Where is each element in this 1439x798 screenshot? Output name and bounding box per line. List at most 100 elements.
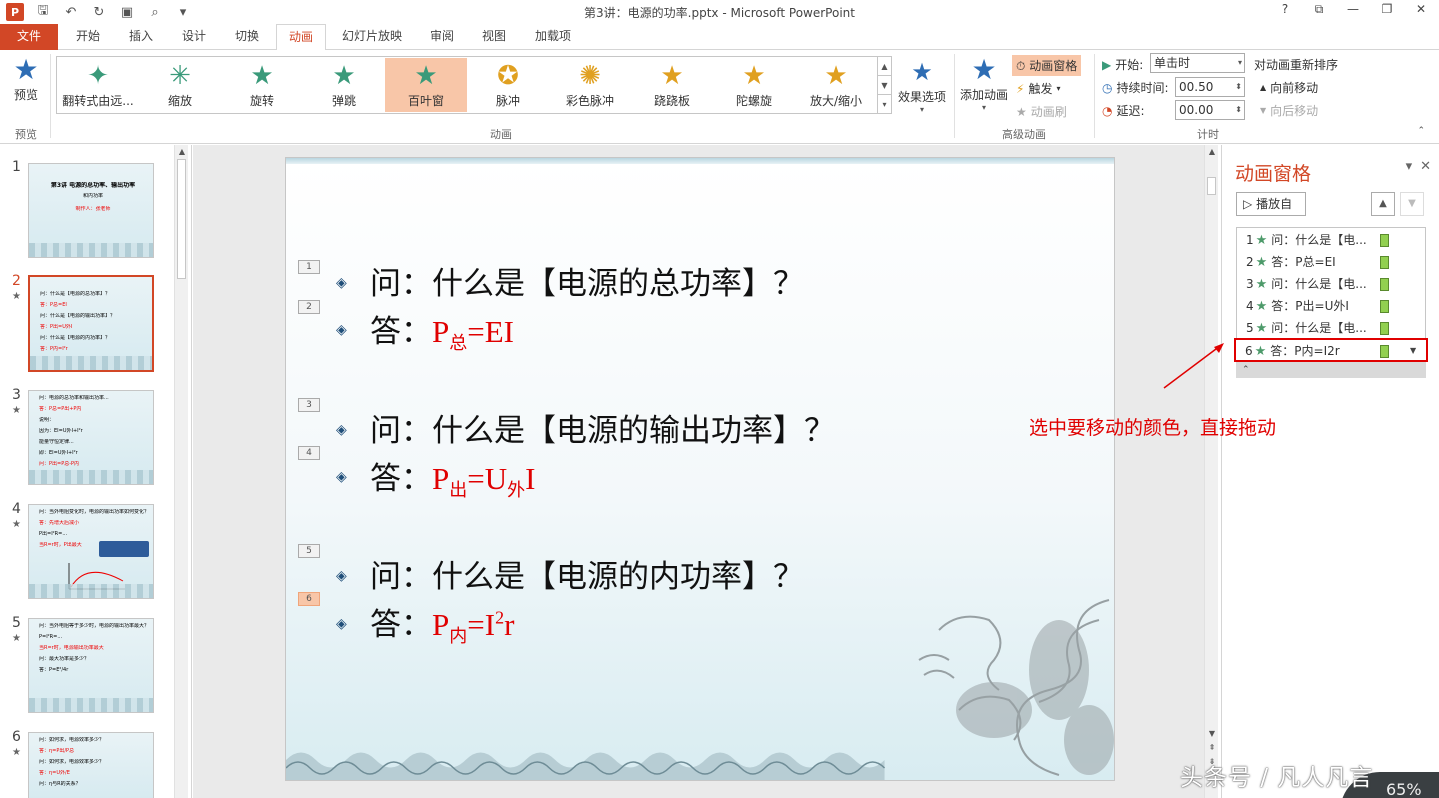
anim-tag-3[interactable]: 3 [298,398,320,412]
duration-input[interactable]: 00.50 ⬍ [1175,77,1245,97]
animation-item-6[interactable]: 6 ★ 答：P内=I2r ▼ [1234,338,1428,362]
slide-question-1[interactable]: 问：什么是【电源的总功率】？ [370,258,804,303]
add-animation-button[interactable]: ★ 添加动画 ▾ [958,54,1010,113]
minimize-button[interactable]: — [1343,2,1363,20]
help-button[interactable]: ? [1275,2,1295,20]
gallery-item-spin[interactable]: ★ 旋转 [221,58,303,112]
gallery-item-teeter[interactable]: ★ 跷跷板 [631,58,713,112]
animation-pane-button[interactable]: ⏱ 动画窗格 [1012,55,1082,76]
tab-slideshow[interactable]: 幻灯片放映 [332,24,412,50]
slide-answer-2[interactable]: 答：P出=U外I [370,453,535,502]
thumbnails-scrollbar[interactable]: ▲ [174,145,188,798]
gallery-item-zoom[interactable]: ✳ 缩放 [139,58,221,112]
slide-thumbnail-3[interactable]: 问：电源的总功率和输出功率... 答：P总=P出+P内 说明： 因为：EI=U外… [28,390,154,485]
tab-review[interactable]: 审阅 [418,24,466,50]
pulse-star-icon: ✪ [497,61,519,91]
timeline-bar[interactable] [1380,234,1389,247]
tab-design[interactable]: 设计 [170,24,218,50]
move-up-button[interactable]: ▲ [1371,192,1395,216]
animation-item-3[interactable]: 3 ★ 问：什么是【电... [1237,273,1425,295]
trigger-button[interactable]: ⚡ 触发 ▾ [1016,80,1060,97]
anim-tag-2[interactable]: 2 [298,300,320,314]
animation-item-4[interactable]: 4 ★ 答：P出=U外I [1237,295,1425,317]
gallery-item-blinds[interactable]: ★ 百叶窗 [385,58,467,112]
current-slide[interactable]: 1 ◈ 问：什么是【电源的总功率】？ 2 ◈ 答：P总=EI 3 ◈ 问：什么是… [285,157,1115,781]
slide-answer-1[interactable]: 答：P总=EI [370,306,514,355]
move-earlier-button[interactable]: ▲ 向前移动 [1260,79,1318,96]
timeline-bar[interactable] [1380,300,1389,313]
slide-question-2[interactable]: 问：什么是【电源的输出功率】？ [370,405,835,450]
gallery-item-grow-shrink[interactable]: ★ 放大/缩小 [795,58,877,112]
scroll-up-icon[interactable]: ▲ [177,147,187,157]
collapse-list-button[interactable]: ⌃ [1236,362,1426,378]
scroll-up-icon[interactable]: ▲ [1207,147,1217,157]
tab-addins[interactable]: 加载项 [522,24,584,50]
tab-home[interactable]: 开始 [64,24,112,50]
gallery-item-pulse[interactable]: ✪ 脉冲 [467,58,549,112]
annotation-arrow [1163,343,1224,389]
animation-painter-button[interactable]: ★ 动画刷 [1016,103,1067,120]
gallery-item-bounce[interactable]: ★ 弹跳 [303,58,385,112]
restore-button[interactable]: ❐ [1377,2,1397,20]
slide-answer-3[interactable]: 答：P内=I2r [370,599,514,648]
gallery-item-spin-top[interactable]: ★ 陀螺旋 [713,58,795,112]
ribbon-display-options-button[interactable]: ⧉ [1309,2,1329,20]
scroll-down-icon[interactable]: ▼ [1207,729,1217,739]
anim-tag-1[interactable]: 1 [298,260,320,274]
timeline-bar[interactable] [1380,256,1389,269]
bullet-icon: ◈ [336,322,347,338]
gallery-item-color-pulse[interactable]: ✺ 彩色脉冲 [549,58,631,112]
formula-p: P [432,461,450,496]
pane-close-icon[interactable]: ✕ [1420,159,1431,174]
delay-input[interactable]: 00.00 ⬍ [1175,100,1245,120]
slide-thumbnail-4[interactable]: 问：当外电阻变化时，电源的输出功率如何变化？ 答：先增大后减小 P出=I²R=.… [28,504,154,599]
slide-thumbnail-1[interactable]: 第3讲 电源的总功率、输出功率 和内功率 制作人：张老师 [28,163,154,258]
anim-tag-6[interactable]: 6 [298,592,320,606]
gallery-up-icon[interactable]: ▲ [878,57,891,76]
scroll-thumb[interactable] [177,159,186,279]
timeline-bar[interactable] [1380,278,1389,291]
move-down-button[interactable]: ▼ [1400,192,1424,216]
collapse-ribbon-icon[interactable]: ⌃ [1417,126,1425,136]
move-later-button[interactable]: ▼ 向后移动 [1260,102,1318,119]
gallery-item-label: 脉冲 [495,94,520,108]
pane-options-icon[interactable]: ▾ [1406,159,1413,174]
timeline-bar[interactable] [1380,322,1389,335]
animation-item-5[interactable]: 5 ★ 问：什么是【电... [1237,317,1425,339]
gallery-scroll: ▲ ▼ ▾ [878,56,892,114]
preview-button[interactable]: ★ 预览 [6,54,46,103]
effect-options-button[interactable]: ★ 效果选项 ▾ [896,56,948,114]
tab-animations[interactable]: 动画 [276,24,326,51]
gallery-item-label: 放大/缩小 [809,94,863,108]
animation-item-1[interactable]: 1 ★ 问：什么是【电... [1237,229,1425,251]
gallery-item-flip[interactable]: ✦ 翻转式由远... [57,58,139,112]
tab-view[interactable]: 视图 [470,24,518,50]
gallery-down-icon[interactable]: ▼ [878,76,891,95]
slide-thumbnail-2[interactable]: 问：什么是【电源的总功率】？ 答：P总=EI 问：什么是【电源的输出功率】？ 答… [28,275,154,372]
animation-pane-title: 动画窗格 [1235,163,1312,185]
item-dropdown-icon[interactable]: ▼ [1410,340,1416,362]
anim-tag-5[interactable]: 5 [298,544,320,558]
anim-tag-4[interactable]: 4 [298,446,320,460]
start-select[interactable]: 单击时 ▾ [1150,53,1245,73]
close-button[interactable]: ✕ [1411,2,1431,20]
thumb-text: 问：η与R的关系？ [39,781,81,787]
tab-insert[interactable]: 插入 [116,24,166,50]
play-from-button[interactable]: ▷ 播放自 [1236,192,1306,216]
slide-scrollbar[interactable]: ▲ ▼ ⇞ ⇟ [1204,145,1218,798]
thumb-text: 答：η=P出/P总 [39,748,75,754]
scroll-thumb[interactable] [1207,177,1216,195]
tab-file[interactable]: 文件 [0,24,58,50]
gallery-more-icon[interactable]: ▾ [878,95,891,114]
thumb-text: 答：P=E²/4r [39,667,69,673]
slide-thumbnail-6[interactable]: 问：如何求，电源效率多少？ 答：η=P出/P总 问：如何求，电源效率多少？ 答：… [28,732,154,798]
add-animation-label: 添加动画 [959,88,1008,102]
slide-thumbnail-5[interactable]: 问：当外电阻等于多少时，电源的输出功率最大？ P=I²R=... 当R=r时，电… [28,618,154,713]
thumb-text: 因为：EI=U外I+I²r [39,428,83,434]
prev-slide-icon[interactable]: ⇞ [1207,743,1217,753]
animation-item-2[interactable]: 2 ★ 答：P总=EI [1237,251,1425,273]
slide-question-3[interactable]: 问：什么是【电源的内功率】？ [370,551,804,596]
tab-transitions[interactable]: 切换 [222,24,272,50]
thumb-number: 6 [12,729,21,745]
timeline-bar[interactable] [1380,345,1389,358]
